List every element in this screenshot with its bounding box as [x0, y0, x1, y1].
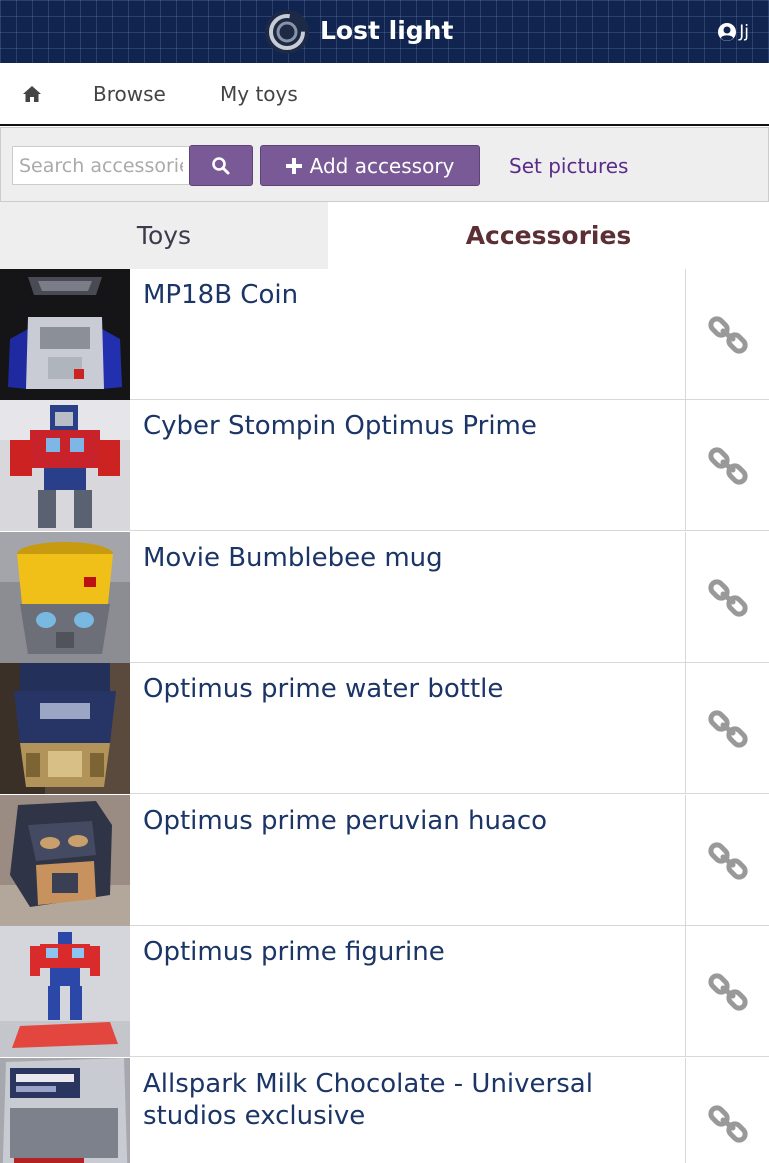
plus-icon [285, 157, 302, 174]
main-nav: Browse My toys [0, 63, 769, 126]
set-pictures-link[interactable]: Set pictures [509, 153, 628, 179]
user-name[interactable]: Jj [739, 21, 749, 43]
accessory-thumbnail[interactable] [0, 532, 130, 663]
add-accessory-button[interactable]: Add accessory [260, 145, 480, 186]
logo-icon[interactable] [263, 8, 311, 56]
chain-link-icon [707, 972, 748, 1011]
accessory-title[interactable]: Cyber Stompin Optimus Prime [143, 410, 673, 442]
tab-accessories[interactable]: Accessories [328, 202, 769, 269]
user-menu[interactable]: Jj [717, 20, 749, 44]
search-icon [212, 156, 230, 174]
list-item: Optimus prime water bottle [0, 663, 769, 794]
chain-link-icon [707, 578, 748, 617]
accessory-title[interactable]: Movie Bumblebee mug [143, 542, 673, 574]
accessory-title[interactable]: Allspark Milk Chocolate - Universal stud… [143, 1068, 673, 1132]
accessory-title[interactable]: Optimus prime figurine [143, 936, 673, 968]
list-item: Optimus prime figurine [0, 926, 769, 1057]
chain-link-icon [707, 1104, 748, 1143]
tab-toys[interactable]: Toys [0, 202, 328, 269]
link-button[interactable] [685, 795, 769, 926]
accessory-thumbnail[interactable] [0, 926, 130, 1057]
link-button[interactable] [685, 269, 769, 400]
accessory-title[interactable]: Optimus prime peruvian huaco [143, 805, 673, 837]
accessory-thumbnail[interactable] [0, 795, 130, 926]
list-item: Cyber Stompin Optimus Prime [0, 400, 769, 531]
add-accessory-label: Add accessory [309, 153, 455, 178]
accessory-thumbnail[interactable] [0, 1058, 130, 1163]
link-button[interactable] [685, 663, 769, 794]
chain-link-icon [707, 315, 748, 354]
accessory-thumbnail[interactable] [0, 400, 130, 531]
chain-link-icon [707, 709, 748, 748]
app-header: Lost light Jj [0, 0, 769, 63]
accessory-title[interactable]: Optimus prime water bottle [143, 673, 673, 705]
link-button[interactable] [685, 926, 769, 1057]
chain-link-icon [707, 446, 748, 485]
accessory-thumbnail[interactable] [0, 269, 130, 400]
accessories-toolbar: Add accessory Set pictures [0, 127, 769, 202]
list-item: MP18B Coin [0, 269, 769, 400]
accessory-thumbnail[interactable] [0, 663, 130, 794]
link-button[interactable] [685, 400, 769, 531]
link-button[interactable] [685, 532, 769, 663]
nav-my-toys-link[interactable]: My toys [220, 81, 298, 107]
nav-browse-link[interactable]: Browse [93, 81, 166, 107]
accessory-title[interactable]: MP18B Coin [143, 279, 673, 311]
app-title[interactable]: Lost light [320, 14, 453, 48]
list-item: Allspark Milk Chocolate - Universal stud… [0, 1058, 769, 1163]
chain-link-icon [707, 841, 748, 880]
search-button[interactable] [189, 145, 253, 186]
list-item: Optimus prime peruvian huaco [0, 795, 769, 926]
user-circle-icon [718, 23, 737, 41]
link-button[interactable] [685, 1058, 769, 1163]
search-input[interactable] [12, 146, 190, 185]
home-icon[interactable] [22, 85, 42, 103]
list-item: Movie Bumblebee mug [0, 532, 769, 663]
